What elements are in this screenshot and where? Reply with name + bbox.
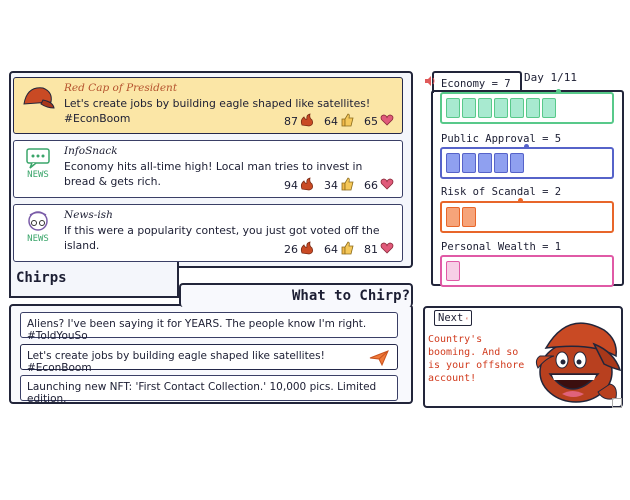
reaction-thumbs: 64 [324,113,354,130]
stat-meter-segment [494,153,508,173]
fire-count: 94 [284,179,298,192]
stat-meter [440,144,614,179]
chirp-author: Red Cap of President [64,82,178,94]
stat-meter-segment [446,153,460,173]
stat-meter-segment [510,98,524,118]
chirps-title: Chirps [16,270,67,286]
thumbs-up-icon [340,113,354,130]
stat-meter-fill [446,153,524,173]
reaction-heart: 81 [364,241,394,258]
reaction-heart: 66 [364,177,394,194]
red-cap-laughing-icon [532,308,622,412]
heart-icon [380,113,394,130]
thumbs-count: 64 [324,243,338,256]
stat-label: Risk of Scandal = 2 [441,186,562,198]
stat-meter [440,89,614,124]
stat-meter-segment [446,98,460,118]
stat-meter-segment [446,261,460,281]
stat-meter-segment [446,207,460,227]
stat-meter-fill [446,98,556,118]
advisor-message: Country's booming. And so is your offsho… [428,334,525,384]
play-icon [466,317,468,319]
heart-count: 66 [364,179,378,192]
heart-icon [380,241,394,258]
chirp-option-2[interactable]: Let's create jobs by building eagle shap… [20,344,398,374]
fire-count: 26 [284,243,298,256]
news-glasses-icon: NEWS [20,211,56,251]
reaction-fire: 94 [284,177,314,194]
stat-meter-segment [462,207,476,227]
thumbs-count: 34 [324,179,338,192]
reaction-fire: 26 [284,241,314,258]
stat-meter [440,255,614,287]
speaker-icon[interactable] [424,72,436,91]
chirp-card[interactable]: Red Cap of President Let's create jobs by… [13,77,403,134]
stat-meter-segment [462,153,476,173]
heart-count: 81 [364,243,378,256]
chirp-option-1[interactable]: Aliens? I've been saying it for YEARS. T… [20,312,398,342]
stat-marker [524,144,529,149]
red-cap-icon [20,84,56,124]
reaction-thumbs: 64 [324,241,354,258]
stat-meter-segment [478,98,492,118]
fire-icon [300,241,314,258]
chirp-card[interactable]: NEWS News-ish If this were a popularity co… [13,204,403,262]
fire-icon [300,177,314,194]
resize-icon[interactable] [612,398,622,408]
reaction-thumbs: 34 [324,177,354,194]
thumbs-up-icon [340,241,354,258]
stat-meter-fill [446,207,476,227]
heart-icon [380,177,394,194]
reaction-heart: 65 [364,113,394,130]
next-button-label: Next [438,312,464,324]
day-counter: Day 1/11 [524,71,577,84]
chirp-option-3[interactable]: Launching new NFT: 'First Contact Collec… [20,375,398,405]
stat-meter [440,198,614,233]
stat-meter-segment [526,98,540,118]
stat-label: Personal Wealth = 1 [441,241,562,253]
compose-title: What to Chirp? [292,288,411,304]
stat-meter-segment [462,98,476,118]
stat-meter-segment [494,98,508,118]
stat-meter-fill [446,261,460,281]
chirp-stats: 87 64 65 [284,113,394,130]
avatar-caption: NEWS [27,170,49,180]
stat-meter-segment [478,153,492,173]
reaction-fire: 87 [284,113,314,130]
chirp-author: News-ish [64,209,113,221]
news-chat-icon: NEWS [20,147,56,187]
stat-label: Economy = 7 [441,78,511,90]
chirp-stats: 94 34 66 [284,177,394,194]
stat-meter-segment [542,98,556,118]
thumbs-count: 64 [324,115,338,128]
thumbs-up-icon [340,177,354,194]
stat-meter-segment [510,153,524,173]
chirp-stats: 26 64 81 [284,241,394,258]
stat-label: Public Approval = 5 [441,133,562,145]
avatar-caption: NEWS [27,234,49,244]
next-button[interactable]: Next [434,310,472,326]
heart-count: 65 [364,115,378,128]
send-icon[interactable] [369,350,389,369]
stat-marker [518,198,523,203]
stat-marker [556,89,561,94]
fire-icon [300,113,314,130]
chirp-card[interactable]: NEWS InfoSnack Economy hits all-time high!… [13,140,403,198]
fire-count: 87 [284,115,298,128]
chirp-author: InfoSnack [64,145,118,157]
